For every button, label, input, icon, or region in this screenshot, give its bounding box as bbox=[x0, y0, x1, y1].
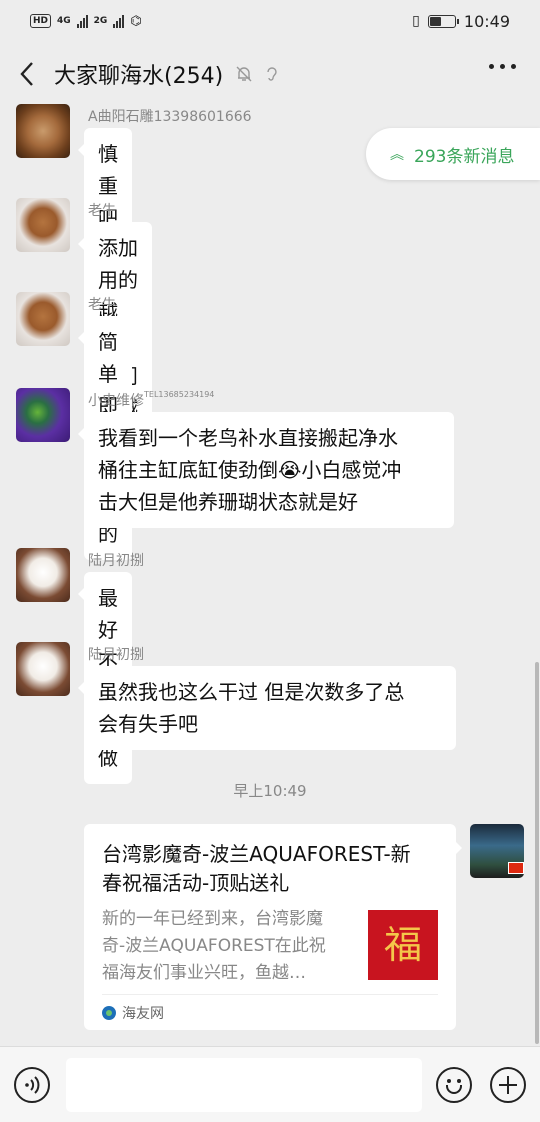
hd-badge: HD bbox=[30, 14, 52, 28]
message-bubble[interactable]: 我看到一个老鸟补水直接搬起净水 桶往主缸底缸使劲倒😭小白感觉冲 击大但是他养珊瑚… bbox=[78, 412, 454, 528]
battery-icon bbox=[427, 14, 459, 28]
voice-button[interactable] bbox=[14, 1067, 50, 1103]
more-button[interactable] bbox=[489, 64, 516, 69]
mute-bell-icon bbox=[236, 66, 252, 82]
crying-emoji-icon: 😭 bbox=[278, 458, 302, 482]
time-divider: 早上10:49 bbox=[233, 782, 307, 800]
card-description: 新的一年已经到来，台湾影魔 奇-波兰AQUAFOREST在此祝 福海友们事业兴旺… bbox=[102, 909, 326, 983]
card-source-label: 海友网 bbox=[122, 1005, 164, 1022]
poodle-avatar[interactable] bbox=[16, 292, 70, 346]
message-line: 桶往主缸底缸使劲倒😭小白感觉冲 bbox=[98, 458, 402, 482]
new-messages-label: 293条新消息 bbox=[414, 146, 515, 167]
sender-name-text: 小史维修 bbox=[88, 393, 144, 409]
message-line: 虽然我也这么干过 但是次数多了总 bbox=[98, 680, 405, 704]
white-dog-avatar[interactable] bbox=[16, 548, 70, 602]
card-source: 海友网 bbox=[102, 994, 438, 1030]
input-bar bbox=[0, 1046, 540, 1122]
signal-icon-2 bbox=[113, 14, 125, 28]
sender-name: 陆月初捌 bbox=[88, 647, 144, 663]
sender-name: 老牛 bbox=[88, 297, 116, 313]
vibrate-icon: ▯ bbox=[412, 13, 420, 29]
card-thumbnail: 福 bbox=[368, 910, 438, 980]
scrollbar[interactable] bbox=[535, 662, 539, 1044]
double-chevron-up-icon: ︽ bbox=[390, 147, 404, 163]
clock: 10:49 bbox=[463, 11, 510, 31]
back-button[interactable] bbox=[0, 42, 54, 106]
sender-name: 老牛 bbox=[88, 203, 116, 219]
sender-name: A曲阳石雕13398601666 bbox=[88, 109, 252, 125]
sender-extra: TEL13685234194 bbox=[144, 390, 215, 399]
china-flag-icon bbox=[508, 862, 524, 874]
card-title: 台湾影魔奇-波兰AQUAFOREST-新 春祝福活动-顶贴送礼 bbox=[102, 842, 411, 895]
chat-title: 大家聊海水(254) bbox=[54, 64, 224, 89]
earpiece-icon bbox=[267, 67, 277, 81]
sender-name: 陆月初捌 bbox=[88, 553, 144, 569]
voice-icon bbox=[25, 1076, 40, 1094]
fu-character: 福 bbox=[383, 923, 422, 967]
carved-wood-avatar[interactable] bbox=[16, 104, 70, 158]
new-messages-pill[interactable]: ︽ 293条新消息 bbox=[366, 128, 540, 180]
link-card[interactable]: 台湾影魔奇-波兰AQUAFOREST-新 春祝福活动-顶贴送礼 新的一年已经到来… bbox=[84, 824, 462, 1030]
poodle-avatar[interactable] bbox=[16, 198, 70, 252]
sender-name: 小史维修TEL13685234194 bbox=[88, 390, 214, 410]
nfc-icon: ⌬ bbox=[130, 13, 142, 29]
coral-avatar[interactable] bbox=[16, 388, 70, 442]
plus-button[interactable] bbox=[490, 1067, 526, 1103]
status-bar: HD 4G 2G ⌬ ▯ 10:49 bbox=[0, 0, 540, 42]
message-bubble[interactable]: 虽然我也这么干过 但是次数多了总 会有失手吧 bbox=[78, 666, 456, 750]
network-4g-label: 4G bbox=[57, 16, 71, 26]
chat-header: 大家聊海水(254) bbox=[0, 42, 540, 106]
white-dog-avatar[interactable] bbox=[16, 642, 70, 696]
message-line: 击大但是他养珊瑚状态就是好 bbox=[98, 490, 358, 514]
message-input[interactable] bbox=[66, 1058, 422, 1112]
message-line: 会有失手吧 bbox=[98, 712, 198, 736]
site-logo-icon bbox=[102, 1005, 116, 1020]
emoji-button[interactable] bbox=[436, 1067, 472, 1103]
message-line: 我看到一个老鸟补水直接搬起净水 bbox=[98, 426, 398, 450]
back-arrow-icon bbox=[20, 62, 33, 86]
emoji-icon bbox=[447, 1079, 451, 1083]
network-2g-label: 2G bbox=[93, 16, 108, 26]
signal-icon bbox=[76, 14, 88, 28]
